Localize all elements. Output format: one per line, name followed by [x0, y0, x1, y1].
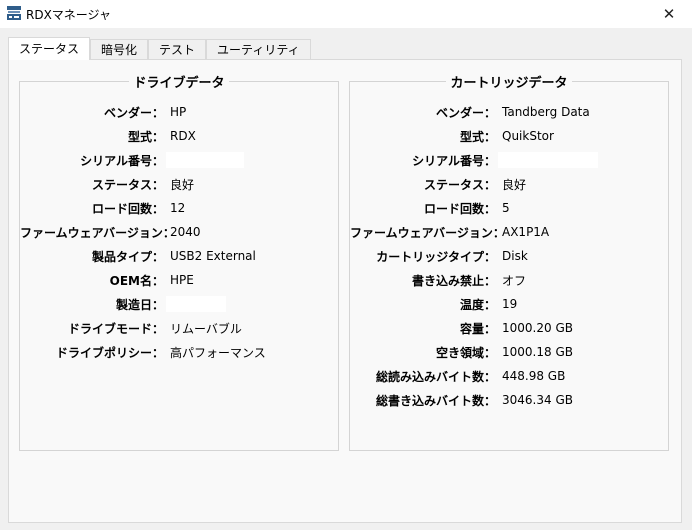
- rdx-app-icon: [7, 6, 21, 20]
- status-tab-panel: ドライブデータ ベンダー： HP 型式： RDX シリアル番号： ステータス： …: [8, 59, 682, 523]
- cartridge-firmware-value: AX1P1A: [502, 225, 550, 239]
- drive-status-label: ステータス：: [91, 177, 164, 192]
- drive-load-count-label: ロード回数：: [91, 201, 164, 216]
- tab-status[interactable]: ステータス: [8, 37, 91, 60]
- drive-load-count-row: ロード回数： 12: [20, 196, 338, 220]
- cartridge-capacity-value: 1000.20 GB: [502, 321, 573, 335]
- cartridge-status-value: 良好: [502, 177, 527, 192]
- window-title: RDXマネージャ: [26, 8, 111, 22]
- drive-firmware-value: 2040: [170, 225, 201, 239]
- drive-policy-value: 高パフォーマンス: [170, 345, 266, 360]
- cartridge-temperature-row: 温度： 19: [350, 292, 668, 316]
- drive-status-value: 良好: [170, 177, 195, 192]
- cartridge-total-read-value: 448.98 GB: [502, 369, 566, 383]
- cartridge-model-label: 型式：: [459, 129, 496, 144]
- drive-oem-value: HPE: [170, 273, 194, 287]
- drive-product-type-label: 製品タイプ：: [91, 249, 164, 264]
- drive-oem-row: OEM名： HPE: [20, 268, 338, 292]
- drive-policy-row: ドライブポリシー： 高パフォーマンス: [20, 340, 338, 364]
- cartridge-data-title: カートリッジデータ: [446, 76, 572, 91]
- cartridge-load-count-row: ロード回数： 5: [350, 196, 668, 220]
- drive-oem-label: OEM名：: [109, 273, 164, 288]
- cartridge-type-row: カートリッジタイプ： Disk: [350, 244, 668, 268]
- cartridge-firmware-row: ファームウェアバージョン： AX1P1A: [350, 220, 668, 244]
- tab-strip: ステータス 暗号化 テスト ユーティリティ: [8, 37, 311, 60]
- cartridge-vendor-row: ベンダー： Tandberg Data: [350, 100, 668, 124]
- close-button[interactable]: ✕: [646, 0, 692, 28]
- cartridge-load-count-label: ロード回数：: [423, 201, 496, 216]
- drive-mfg-date-redacted: [166, 296, 226, 312]
- cartridge-free-space-label: 空き領域：: [435, 345, 496, 360]
- drive-model-row: 型式： RDX: [20, 124, 338, 148]
- drive-firmware-label: ファームウェアバージョン：: [20, 225, 175, 240]
- drive-vendor-label: ベンダー：: [103, 105, 164, 120]
- cartridge-write-protect-value: オフ: [502, 273, 527, 288]
- cartridge-write-protect-label: 書き込み禁止：: [411, 273, 496, 288]
- cartridge-data-group: カートリッジデータ ベンダー： Tandberg Data 型式： QuikSt…: [349, 76, 669, 451]
- drive-mfg-date-row: 製造日：: [20, 292, 338, 316]
- drive-model-value: RDX: [170, 129, 196, 143]
- drive-status-row: ステータス： 良好: [20, 172, 338, 196]
- drive-mode-label: ドライブモード：: [67, 321, 164, 336]
- cartridge-temperature-value: 19: [502, 297, 518, 311]
- cartridge-free-space-row: 空き領域： 1000.18 GB: [350, 340, 668, 364]
- cartridge-serial-redacted: [498, 152, 598, 168]
- close-icon: ✕: [662, 5, 676, 23]
- drive-serial-row: シリアル番号：: [20, 148, 338, 172]
- drive-load-count-value: 12: [170, 201, 186, 215]
- cartridge-total-written-row: 総書き込みバイト数： 3046.34 GB: [350, 388, 668, 412]
- cartridge-total-read-row: 総読み込みバイト数： 448.98 GB: [350, 364, 668, 388]
- tab-encryption[interactable]: 暗号化: [90, 39, 149, 60]
- cartridge-serial-label: シリアル番号：: [412, 153, 496, 168]
- drive-mode-value: リムーバブル: [170, 321, 242, 336]
- cartridge-model-row: 型式： QuikStor: [350, 124, 668, 148]
- cartridge-serial-row: シリアル番号：: [350, 148, 668, 172]
- cartridge-total-written-value: 3046.34 GB: [502, 393, 573, 407]
- tab-utility[interactable]: ユーティリティ: [206, 39, 311, 60]
- cartridge-capacity-label: 容量：: [459, 321, 496, 336]
- cartridge-free-space-value: 1000.18 GB: [502, 345, 573, 359]
- cartridge-capacity-row: 容量： 1000.20 GB: [350, 316, 668, 340]
- drive-data-title: ドライブデータ: [129, 76, 229, 91]
- cartridge-total-written-label: 総書き込みバイト数：: [375, 393, 496, 408]
- drive-firmware-row: ファームウェアバージョン： 2040: [20, 220, 338, 244]
- cartridge-type-label: カートリッジタイプ：: [376, 249, 496, 264]
- cartridge-status-row: ステータス： 良好: [350, 172, 668, 196]
- drive-vendor-row: ベンダー： HP: [20, 100, 338, 124]
- title-bar: RDXマネージャ ✕: [0, 0, 692, 28]
- drive-product-type-row: 製品タイプ： USB2 External: [20, 244, 338, 268]
- cartridge-type-value: Disk: [502, 249, 528, 263]
- cartridge-firmware-label: ファームウェアバージョン：: [350, 225, 505, 240]
- cartridge-status-label: ステータス：: [423, 177, 496, 192]
- cartridge-vendor-label: ベンダー：: [435, 105, 496, 120]
- drive-product-type-value: USB2 External: [170, 249, 256, 263]
- cartridge-temperature-label: 温度：: [459, 297, 496, 312]
- drive-serial-label: シリアル番号：: [80, 153, 164, 168]
- cartridge-total-read-label: 総読み込みバイト数：: [375, 369, 496, 384]
- drive-mfg-date-label: 製造日：: [115, 297, 164, 312]
- tab-test[interactable]: テスト: [148, 39, 207, 60]
- drive-vendor-value: HP: [170, 105, 187, 119]
- drive-policy-label: ドライブポリシー：: [55, 345, 164, 360]
- drive-data-group: ドライブデータ ベンダー： HP 型式： RDX シリアル番号： ステータス： …: [19, 76, 339, 451]
- cartridge-model-value: QuikStor: [502, 129, 554, 143]
- drive-serial-redacted: [166, 152, 244, 168]
- drive-model-label: 型式：: [127, 129, 164, 144]
- drive-mode-row: ドライブモード： リムーバブル: [20, 316, 338, 340]
- cartridge-load-count-value: 5: [502, 201, 510, 215]
- cartridge-vendor-value: Tandberg Data: [502, 105, 590, 119]
- cartridge-write-protect-row: 書き込み禁止： オフ: [350, 268, 668, 292]
